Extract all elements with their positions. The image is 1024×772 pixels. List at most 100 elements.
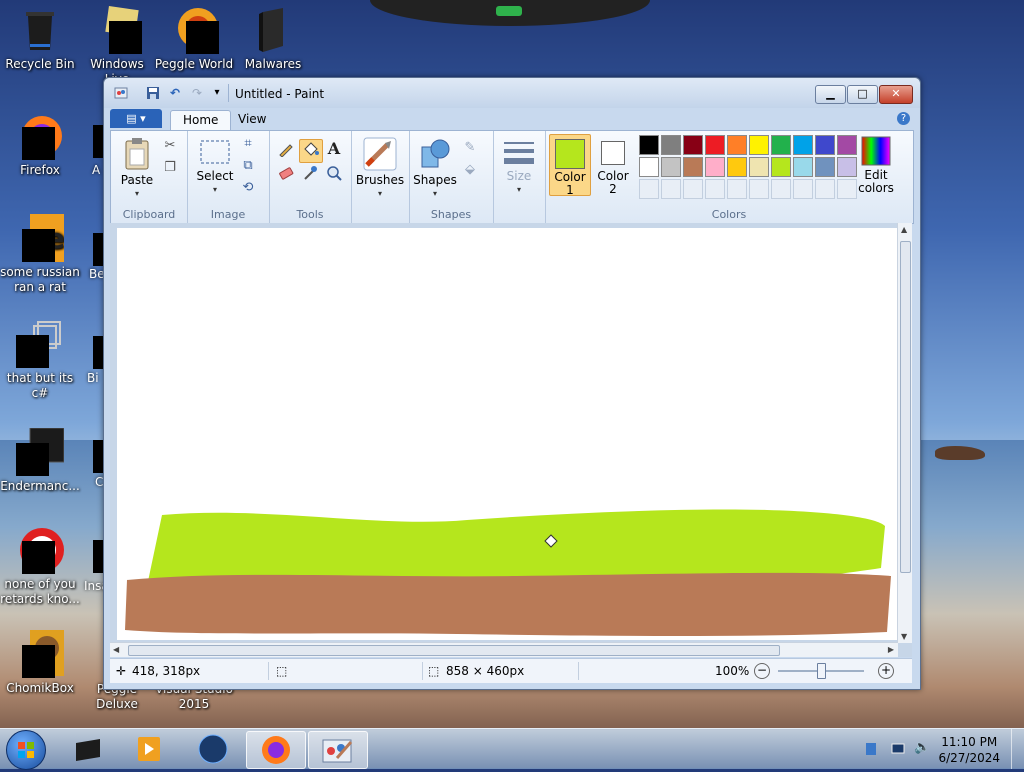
fill-shape-icon[interactable]: ⬙ — [461, 161, 479, 179]
color1-button[interactable]: Color 1 — [549, 134, 591, 197]
palette-swatch[interactable] — [705, 135, 725, 155]
maximize-button[interactable]: □ — [847, 85, 878, 104]
paste-button[interactable]: Paste ▾ — [115, 137, 159, 200]
zoom-out-icon[interactable]: − — [754, 663, 770, 679]
color2-button[interactable]: Color 2 — [593, 134, 633, 196]
crop-icon[interactable]: ⌗ — [239, 135, 257, 153]
palette-swatch[interactable] — [705, 157, 725, 177]
desktop-icon-peggle-world[interactable]: Peggle World — [154, 6, 234, 72]
clock[interactable]: 11:10 PM 6/27/2024 — [938, 734, 1000, 766]
pencil-icon[interactable] — [277, 141, 295, 159]
brushes-button[interactable]: Brushes ▾ — [355, 137, 405, 200]
color-picker-icon[interactable] — [301, 165, 319, 183]
palette-swatch[interactable] — [683, 135, 703, 155]
copy-icon[interactable]: ❐ — [161, 159, 179, 177]
vertical-scroll-thumb[interactable] — [900, 241, 911, 573]
partial-icon-hidden — [93, 233, 103, 266]
edit-colors-button[interactable]: Edit colors — [853, 136, 899, 195]
help-icon[interactable]: ? — [897, 112, 910, 125]
desktop-icon-malwares[interactable]: Malwares — [233, 6, 313, 72]
desktop-icon-some-russian[interactable]: e some russian ran a rat — [0, 214, 80, 295]
taskbar-app-paint[interactable] — [308, 731, 368, 769]
firefox-icon — [262, 736, 290, 764]
size-button[interactable]: Size ▾ — [499, 139, 539, 196]
text-tool-icon[interactable]: A — [325, 140, 343, 158]
palette-swatch[interactable] — [771, 135, 791, 155]
palette-swatch[interactable] — [727, 157, 747, 177]
scroll-left-icon[interactable]: ◀ — [113, 645, 119, 654]
scroll-right-icon[interactable]: ▶ — [888, 645, 894, 654]
action-center-icon[interactable] — [864, 741, 880, 757]
redacted-block — [16, 335, 49, 368]
palette-swatch[interactable] — [793, 135, 813, 155]
zoom-slider-thumb[interactable] — [817, 663, 826, 679]
palette-swatch[interactable] — [661, 135, 681, 155]
taskbar-app-media[interactable] — [120, 731, 178, 767]
palette-swatch[interactable] — [815, 157, 835, 177]
palette-swatch-empty[interactable] — [815, 179, 835, 199]
select-button[interactable]: Select ▾ — [193, 139, 237, 196]
taskbar-app-device[interactable] — [60, 731, 118, 767]
zoom-in-icon[interactable]: + — [878, 663, 894, 679]
palette-swatch-empty[interactable] — [727, 179, 747, 199]
tab-home[interactable]: Home — [170, 110, 232, 130]
scroll-down-icon[interactable]: ▼ — [901, 632, 907, 641]
desktop-icon-none-of-you[interactable]: none of you retards kno... — [0, 526, 80, 607]
vertical-scrollbar[interactable]: ▲ ▼ — [897, 223, 912, 643]
palette-swatch-empty[interactable] — [771, 179, 791, 199]
shapes-button[interactable]: Shapes ▾ — [413, 137, 457, 200]
redacted-block — [186, 21, 219, 54]
outline-icon[interactable]: ✎ — [461, 139, 479, 157]
magnifier-icon[interactable] — [325, 165, 343, 183]
horizontal-scroll-thumb[interactable] — [128, 645, 780, 656]
palette-swatch-empty[interactable] — [793, 179, 813, 199]
palette-swatch[interactable] — [683, 157, 703, 177]
palette-swatch[interactable] — [661, 157, 681, 177]
desktop-icon-firefox[interactable]: Firefox — [0, 112, 80, 178]
palette-swatch[interactable] — [749, 157, 769, 177]
palette-swatch[interactable] — [793, 157, 813, 177]
paint-window[interactable]: ↶ ↷ ▾ Untitled - Paint ▁ □ ✕ ▤ ▾ Home Vi… — [103, 77, 921, 690]
desktop-icon-recycle-bin[interactable]: Recycle Bin — [0, 6, 80, 72]
palette-swatch-empty[interactable] — [705, 179, 725, 199]
redo-icon[interactable]: ↷ — [190, 86, 204, 100]
desktop-icon-endermanch[interactable]: Endermanc... — [0, 427, 80, 494]
scroll-up-icon[interactable]: ▲ — [901, 225, 907, 234]
customize-quick-access-icon[interactable]: ▾ — [210, 86, 224, 100]
taskbar-app-firefox[interactable] — [246, 731, 306, 769]
rotate-icon[interactable]: ⟲ — [239, 179, 257, 197]
show-desktop-button[interactable] — [1011, 729, 1024, 769]
volume-icon[interactable]: 🔈 — [914, 740, 930, 756]
title-bar[interactable]: ↶ ↷ ▾ Untitled - Paint ▁ □ ✕ — [104, 78, 920, 108]
taskbar-app-globe[interactable] — [184, 731, 242, 767]
palette-swatch[interactable] — [771, 157, 791, 177]
fill-bucket-icon[interactable] — [299, 139, 323, 163]
network-icon[interactable] — [890, 741, 906, 757]
horizontal-scrollbar[interactable]: ◀ ▶ — [110, 642, 898, 657]
drawing-canvas[interactable] — [117, 228, 897, 640]
undo-icon[interactable]: ↶ — [168, 86, 182, 100]
palette-swatch[interactable] — [727, 135, 747, 155]
minimize-button[interactable]: ▁ — [815, 85, 846, 104]
file-menu-button[interactable]: ▤ ▾ — [110, 109, 162, 128]
paint-app-icon[interactable] — [114, 86, 128, 100]
desktop-icon-chomikbox[interactable]: ChomikBox — [0, 630, 80, 696]
cut-icon[interactable]: ✂ — [161, 137, 179, 155]
save-icon[interactable] — [146, 86, 160, 100]
tab-view[interactable]: View — [226, 110, 278, 129]
desktop-icon-windows-live[interactable]: Windows Live — [77, 6, 157, 87]
close-button[interactable]: ✕ — [879, 85, 913, 104]
palette-swatch-empty[interactable] — [683, 179, 703, 199]
palette-swatch[interactable] — [815, 135, 835, 155]
start-button[interactable] — [6, 730, 46, 770]
palette-swatch[interactable] — [639, 135, 659, 155]
palette-swatch[interactable] — [639, 157, 659, 177]
palette-swatch[interactable] — [749, 135, 769, 155]
palette-swatch-empty[interactable] — [749, 179, 769, 199]
palette-swatch-empty[interactable] — [639, 179, 659, 199]
clipboard-group-label: Clipboard — [122, 208, 176, 221]
desktop-icon-that-but-its-csharp[interactable]: that but its c# — [0, 320, 80, 401]
palette-swatch-empty[interactable] — [661, 179, 681, 199]
eraser-icon[interactable] — [277, 165, 295, 183]
resize-icon[interactable]: ⧉ — [239, 157, 257, 175]
